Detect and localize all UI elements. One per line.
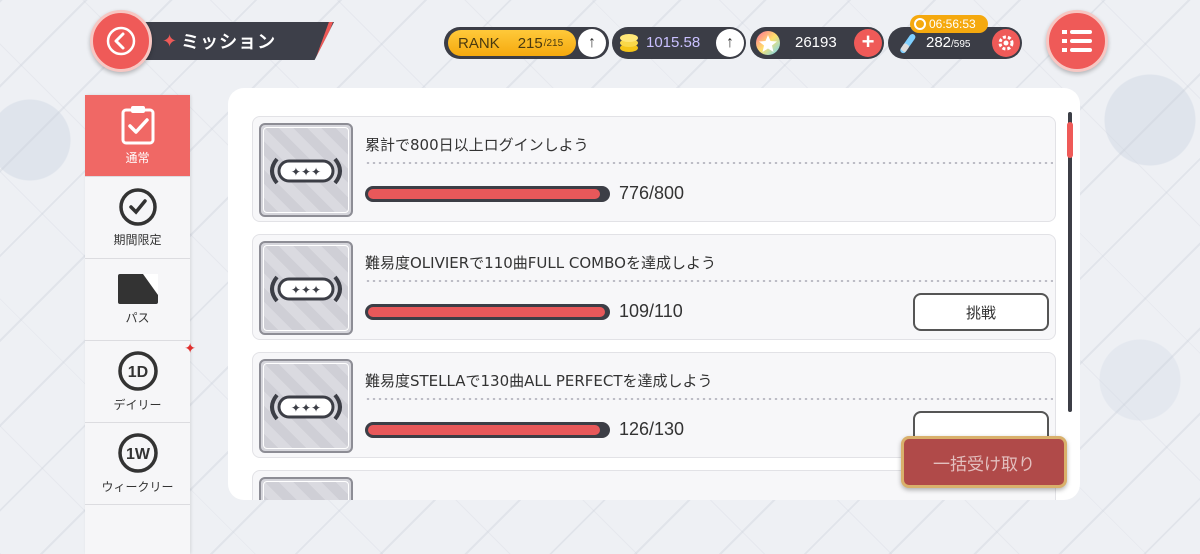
svg-text:✦✦✦: ✦✦✦ [291,283,321,297]
mission-title: 難易度STELLAで130曲ALL PERFECTを達成しよう [365,372,713,390]
gold-value: 1015.58 [646,34,701,51]
star-currency-display: 26193 + [750,27,884,59]
progress-count: 126/130 [619,419,685,439]
clock-icon [118,188,157,226]
reward-thumbnail: ✦✦✦ [259,241,353,335]
stamina-text: 282/595 [926,34,971,51]
reward-thumbnail: ✦✦✦ [259,359,353,453]
dotted-divider [365,280,1053,282]
tab-label: 通常 [125,151,150,165]
progress-bar [365,304,610,320]
rank-info-button[interactable]: ↑ [578,29,606,57]
progress-count: 776/800 [619,183,685,203]
bulk-receive-button[interactable]: 一括受け取り [901,436,1067,488]
challenge-button[interactable]: 挑戦 [913,293,1049,331]
up-arrow-icon: ↑ [588,34,596,51]
scrollbar-thumb[interactable] [1067,122,1073,158]
progress-fill [368,189,600,199]
list-menu-icon [1062,30,1092,52]
menu-button[interactable] [1046,10,1108,72]
weekly-1w-icon: 1W [117,433,158,473]
svg-text:✦✦✦: ✦✦✦ [291,165,321,179]
tab-normal[interactable]: 通常 [85,95,190,177]
checklist-icon [121,106,154,145]
back-arrow-icon [106,26,136,56]
pass-card-icon [117,274,158,304]
rank-value: 215 [517,34,543,52]
daily-1d-icon: 1D [117,351,158,391]
timer-text: 06:56:53 [929,17,976,31]
mission-title: 難易度OLIVIERで110曲FULL COMBOを達成しよう [365,254,716,272]
glow-stick-icon [900,34,916,54]
stamina-timer: 06:56:53 [910,15,988,33]
progress-fill [368,425,600,435]
svg-text:1D: 1D [127,364,147,381]
svg-text:1W: 1W [126,446,151,463]
rainbow-star-icon [756,31,780,55]
rank-max: /215 [543,37,564,49]
page-title-bar: ✦ ミッション [140,22,334,60]
back-button[interactable] [90,10,152,72]
gold-info-button[interactable]: ↑ [716,29,744,57]
stamina-settings-button[interactable] [992,29,1020,57]
laurel-badge-icon: ✦✦✦ [270,157,342,185]
mission-card[interactable]: ✦✦✦ 累計で800日以上ログインしよう 776/800 [252,116,1056,222]
tab-label: デイリー [113,398,162,412]
svg-text:✦✦✦: ✦✦✦ [291,401,321,415]
dotted-divider [365,398,1053,400]
rank-label: RANK [458,34,500,52]
coin-stack-icon [620,34,638,52]
laurel-badge-icon: ✦✦✦ [270,275,342,303]
mission-title: 累計で800日以上ログインしよう [365,136,589,154]
laurel-badge-icon: ✦✦✦ [270,393,342,421]
sparkle-icon: ✦ [162,30,178,52]
up-arrow-icon: ↑ [726,34,734,51]
tab-label: ウィークリー [101,480,174,494]
reward-thumbnail [259,477,353,500]
progress-fill [368,307,605,317]
add-star-button[interactable]: + [854,29,882,57]
gold-currency-display: 1015.58 ↑ [612,27,746,59]
dotted-divider [365,162,1053,164]
page-title: ミッション [181,32,277,53]
notification-badge-icon: ✦ [184,341,196,357]
clock-icon [914,18,926,30]
gear-icon [998,35,1014,51]
stamina-max: /595 [951,39,971,50]
tab-weekly[interactable]: 1W ウィークリー [85,423,190,505]
tab-limited-time[interactable]: 期間限定 [85,177,190,259]
reward-thumbnail: ✦✦✦ [259,123,353,217]
progress-bar [365,186,610,202]
mission-card[interactable]: ✦✦✦ 難易度OLIVIERで110曲FULL COMBOを達成しよう 109/… [252,234,1056,340]
tab-label: パス [125,311,150,325]
mission-category-sidebar: 通常 期間限定 パス 1D デイリー ✦ 1W ウィークリー [85,95,196,554]
star-value: 26193 [795,34,837,51]
tab-pass[interactable]: パス [85,259,190,341]
tab-daily[interactable]: 1D デイリー ✦ [85,341,196,423]
rank-display: RANK 215 /215 ↑ [444,27,609,59]
tab-label: 期間限定 [113,233,162,247]
stamina-value: 282 [926,34,952,51]
progress-count: 109/110 [619,301,683,321]
progress-bar [365,422,610,438]
